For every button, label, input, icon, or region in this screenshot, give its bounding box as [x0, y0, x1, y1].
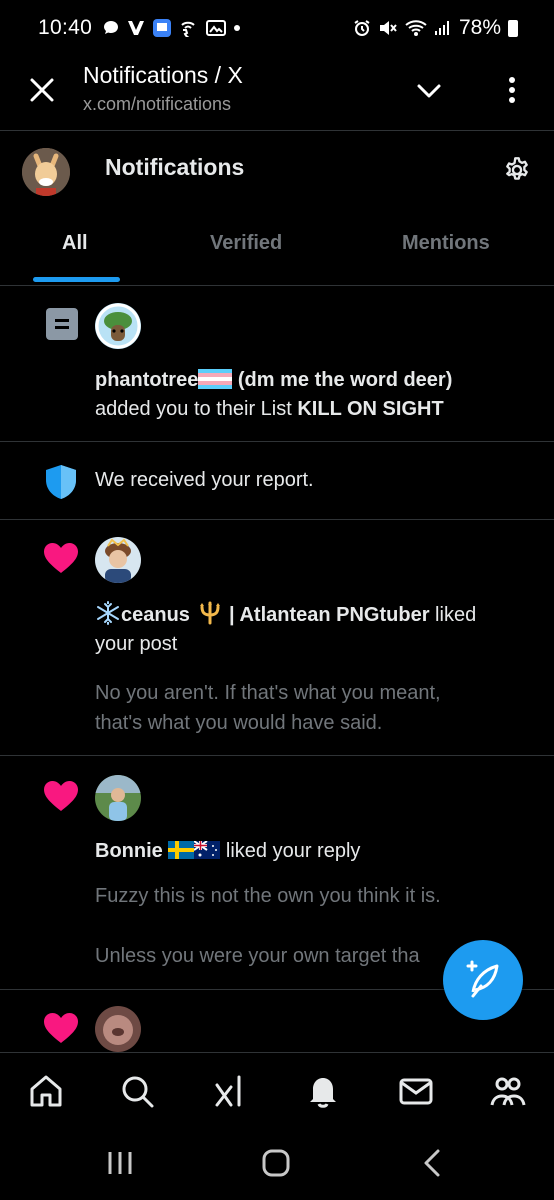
wallpaper-icon: [206, 19, 227, 37]
tab-mentions[interactable]: Mentions: [402, 232, 490, 255]
home-icon[interactable]: [26, 1071, 66, 1111]
v-icon: [127, 20, 145, 36]
messages-icon[interactable]: [396, 1071, 436, 1111]
trans-flag-icon: [198, 369, 233, 389]
user-name[interactable]: phantotree: [95, 369, 198, 391]
avatar[interactable]: [95, 1006, 141, 1052]
tab-all[interactable]: All: [62, 232, 88, 255]
app-icon: [152, 18, 172, 38]
post-preview[interactable]: No you aren't. If that's what you meant,…: [95, 678, 441, 738]
wifi-icon: [405, 19, 427, 37]
dot-icon: [233, 24, 241, 32]
home-button-icon[interactable]: [261, 1148, 291, 1178]
search-icon[interactable]: [117, 1071, 157, 1111]
recents-icon[interactable]: [106, 1150, 134, 1176]
alarm-icon: [353, 19, 371, 37]
back-icon[interactable]: [420, 1148, 444, 1178]
status-right-icons: 78%: [353, 16, 518, 40]
battery-percent: 78%: [458, 16, 501, 39]
mute-icon: [378, 19, 398, 37]
status-left-icons: [102, 18, 241, 38]
heart-icon: [44, 1013, 78, 1043]
notification-action-object: your post: [95, 633, 178, 655]
notification-text: Bonnie liked your reply: [95, 837, 360, 866]
notification-report[interactable]: We received your report.: [0, 442, 554, 520]
user-name[interactable]: Bonnie: [95, 840, 163, 862]
shield-icon: [46, 465, 76, 499]
notification-text: We received your report.: [95, 469, 314, 491]
post-preview-line: that's what you would have said.: [95, 712, 383, 734]
avatar[interactable]: [95, 537, 141, 583]
australia-flag-icon: [193, 840, 221, 859]
bottom-navigation: [0, 1052, 554, 1126]
wifi-calling-icon: [179, 19, 199, 37]
gear-icon[interactable]: [503, 156, 531, 184]
avatar[interactable]: [95, 303, 141, 349]
user-name[interactable]: ceanus: [121, 604, 190, 626]
heart-icon: [44, 781, 78, 811]
notification-text: ceanus | Atlantean PNGtuber liked your p…: [95, 600, 476, 659]
chat-bubble-icon: [102, 19, 120, 37]
user-name-suffix: (dm me the word deer): [232, 369, 453, 391]
trident-emoji-icon: [199, 601, 220, 625]
notification-action: liked your reply: [220, 840, 361, 862]
browser-url[interactable]: x.com/notifications: [83, 94, 231, 115]
browser-toolbar: Notifications / X x.com/notifications: [0, 56, 554, 131]
browser-page-title: Notifications / X: [83, 62, 243, 88]
notification-list-added[interactable]: phantotree (dm me the word deer) added y…: [0, 287, 554, 442]
reply-preview-line: Unless you were your own target tha: [95, 945, 420, 967]
more-options-icon[interactable]: [500, 72, 524, 108]
communities-icon[interactable]: [488, 1071, 528, 1111]
chevron-down-icon[interactable]: [414, 76, 444, 106]
notification-action: added you to their List: [95, 398, 298, 420]
profile-avatar[interactable]: [22, 148, 70, 196]
battery-icon: [508, 19, 518, 37]
page-header: Notifications: [0, 132, 554, 212]
reply-preview[interactable]: Fuzzy this is not the own you think it i…: [95, 881, 441, 971]
active-tab-indicator: [33, 277, 120, 282]
grok-icon[interactable]: [211, 1071, 251, 1111]
status-time: 10:40: [38, 16, 93, 39]
notification-tabs: All Verified Mentions: [0, 212, 554, 286]
notification-like-post[interactable]: ceanus | Atlantean PNGtuber liked your p…: [0, 520, 554, 756]
notifications-icon[interactable]: [303, 1071, 343, 1111]
compose-feather-icon: [466, 960, 499, 998]
notification-text: phantotree (dm me the word deer) added y…: [95, 366, 452, 424]
post-preview-line: No you aren't. If that's what you meant,: [95, 682, 441, 704]
status-bar: 10:40 78%: [0, 0, 554, 56]
notification-action: liked: [429, 604, 477, 626]
tab-verified[interactable]: Verified: [210, 232, 282, 255]
avatar[interactable]: [95, 775, 141, 821]
compose-post-button[interactable]: [443, 940, 523, 1020]
signal-icon: [434, 20, 452, 36]
system-navigation-bar: [0, 1126, 554, 1200]
list-icon: [46, 308, 78, 340]
reply-preview-line: Fuzzy this is not the own you think it i…: [95, 885, 441, 907]
list-name[interactable]: KILL ON SIGHT: [297, 398, 443, 420]
sweden-flag-icon: [168, 841, 195, 859]
snowflake-icon: [97, 601, 119, 625]
page-title: Notifications: [105, 154, 245, 180]
heart-icon: [44, 543, 78, 573]
close-icon[interactable]: [28, 76, 56, 104]
reply-preview-line: [95, 911, 441, 941]
user-name-suffix: | Atlantean PNGtuber: [223, 604, 430, 626]
